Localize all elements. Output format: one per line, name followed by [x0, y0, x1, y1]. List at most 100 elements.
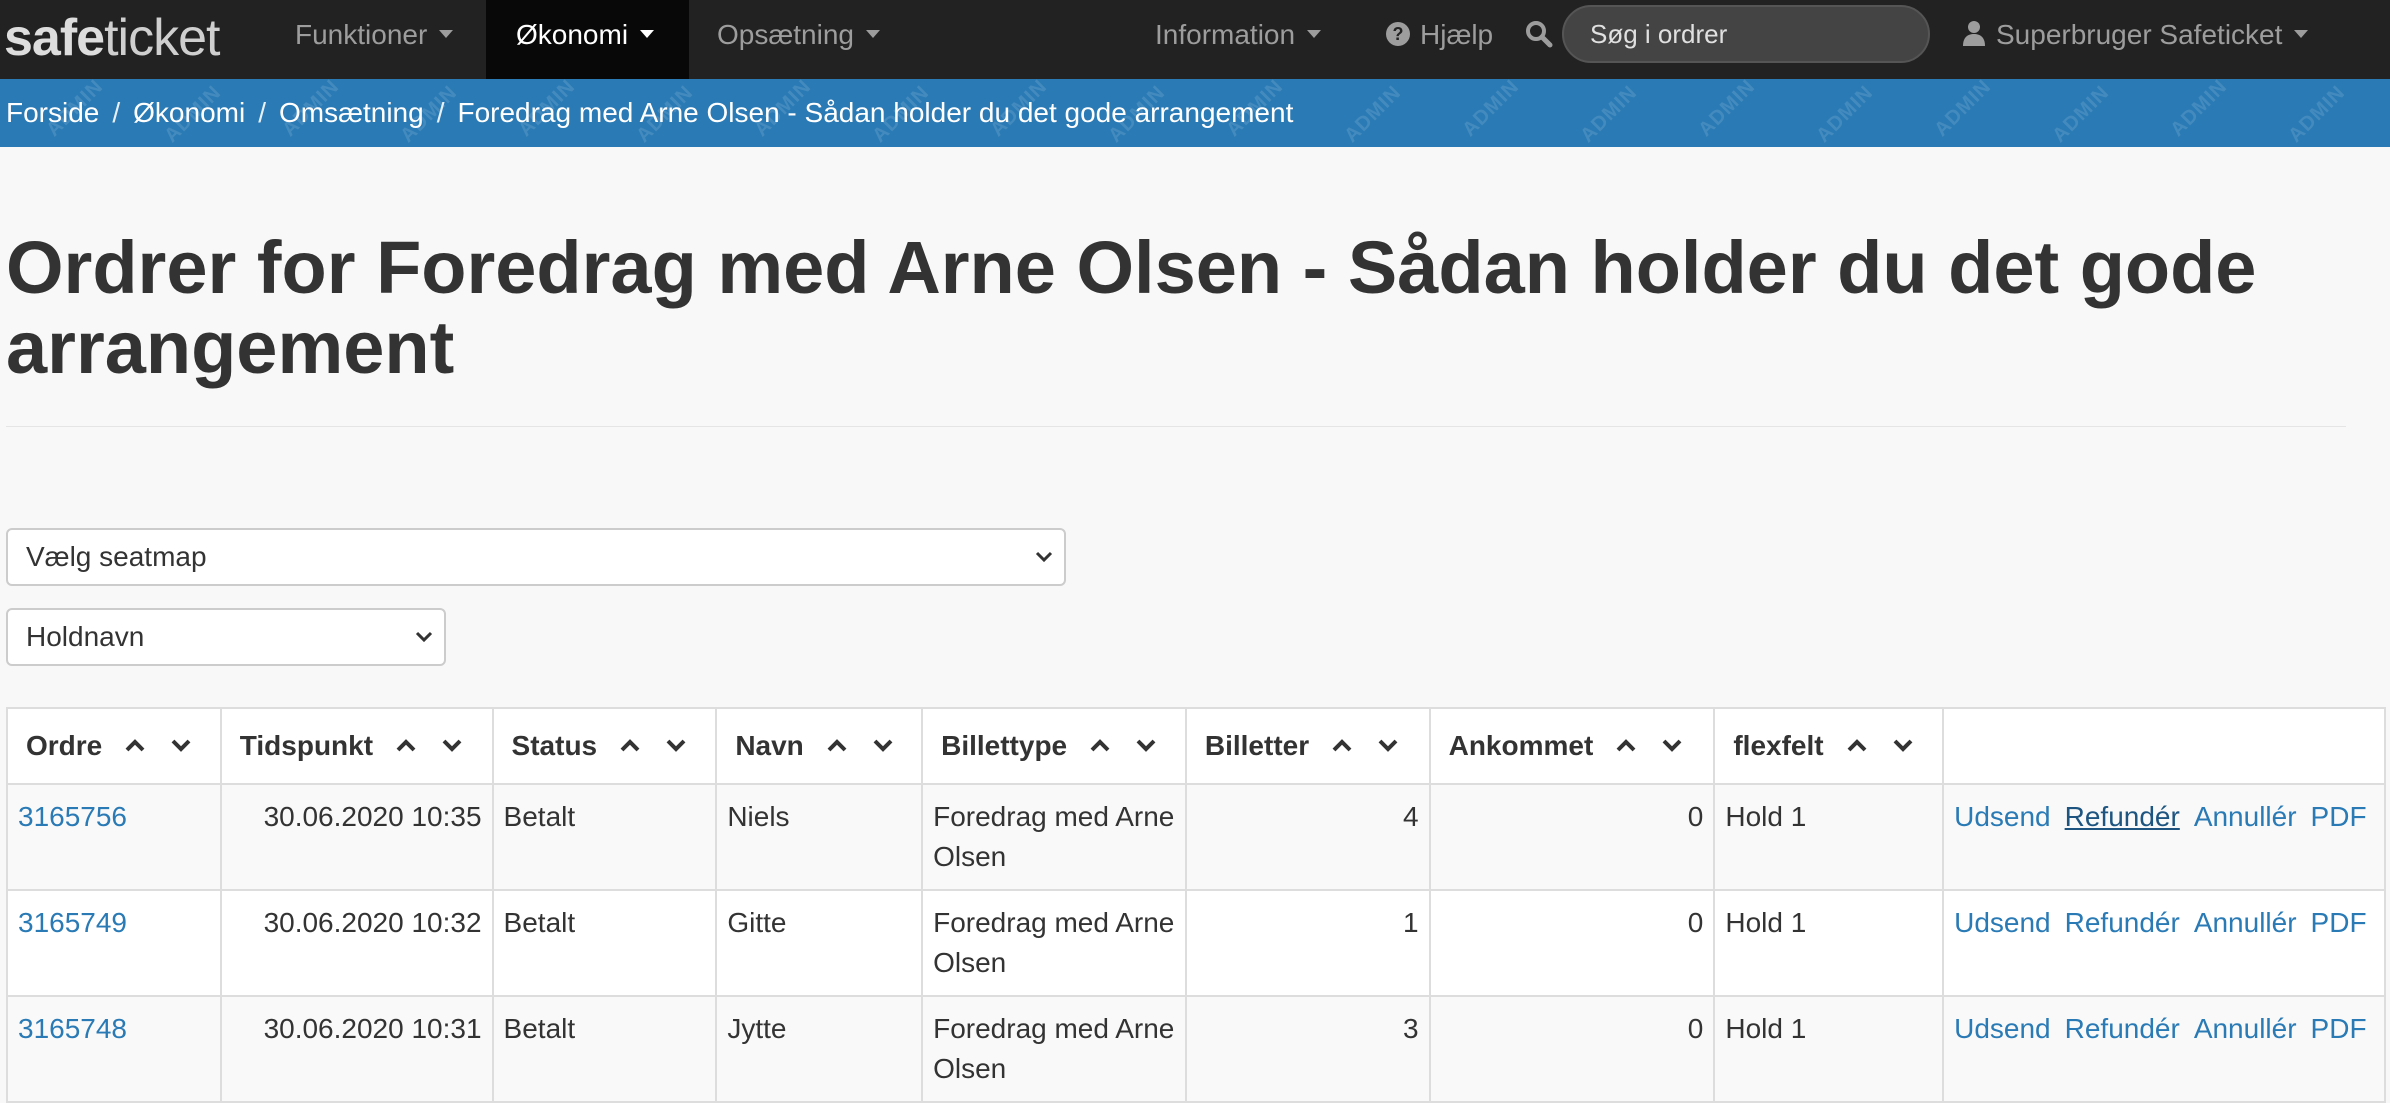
pdf-button[interactable]: PDF — [2311, 1013, 2367, 1044]
column-header-actions — [1942, 707, 2386, 785]
sort-descending-icon[interactable] — [170, 738, 192, 752]
sort-ascending-icon[interactable] — [395, 738, 417, 752]
cell-status: Betalt — [491, 889, 718, 997]
seatmap-select[interactable]: Vælg seatmap — [6, 528, 1066, 586]
order-number-link[interactable]: 3165748 — [18, 1013, 127, 1044]
send-button[interactable]: Udsend — [1954, 801, 2051, 832]
send-button[interactable]: Udsend — [1954, 907, 2051, 938]
pdf-button[interactable]: PDF — [2311, 801, 2367, 832]
breadcrumb-current-event: Foredrag med Arne Olsen - Sådan holder d… — [457, 97, 1294, 128]
cell-arrived: 0 — [1428, 889, 1716, 997]
nav-functions-menu[interactable]: Funktioner — [295, 0, 454, 79]
ticket-type: Foredrag med Arne Olsen — [933, 907, 1175, 978]
cell-time: 30.06.2020 10:31 — [219, 995, 494, 1103]
cell-actions: Udsend Refundér Annullér PDF — [1942, 889, 2386, 997]
nav-help-label: Hjælp — [1420, 19, 1494, 50]
breadcrumb-home[interactable]: Forside — [6, 97, 99, 128]
watermark-text: ADMIN — [1930, 79, 1996, 141]
order-status: Betalt — [503, 1013, 576, 1044]
refund-button[interactable]: Refundér — [2065, 1013, 2180, 1044]
cell-type: Foredrag med Arne Olsen — [921, 889, 1187, 997]
order-status: Betalt — [503, 907, 576, 938]
column-header-label: Ankommet — [1448, 730, 1594, 761]
nav-help-link[interactable]: ? Hjælp — [1386, 0, 1493, 79]
cell-flex: Hold 1 — [1713, 995, 1945, 1103]
cell-time: 30.06.2020 10:32 — [219, 889, 494, 997]
nav-information-label: Information — [1155, 19, 1296, 50]
caret-down-icon — [2294, 29, 2309, 38]
nav-economy-menu[interactable]: Økonomi — [486, 0, 689, 79]
column-header-label: flexfelt — [1733, 730, 1824, 761]
sort-descending-icon[interactable] — [665, 738, 687, 752]
watermark-text: ADMIN — [1812, 81, 1878, 147]
column-header-time: Tidspunkt — [219, 707, 494, 785]
breadcrumb-revenue[interactable]: Omsætning — [279, 97, 424, 128]
cell-arrived: 0 — [1428, 995, 1716, 1103]
cell-name: Niels — [715, 783, 924, 891]
cell-arrived: 0 — [1428, 783, 1716, 891]
cell-order: 3165748 — [6, 995, 222, 1103]
cancel-order-button[interactable]: Annullér — [2194, 1013, 2297, 1044]
flex-field: Hold 1 — [1725, 1013, 1807, 1044]
watermark-text: ADMIN — [1458, 79, 1524, 141]
cell-order: 3165749 — [6, 889, 222, 997]
user-icon — [1963, 20, 1985, 46]
nav-setup-menu[interactable]: Opsætning — [717, 0, 880, 79]
cell-status: Betalt — [491, 995, 718, 1103]
refund-button[interactable]: Refundér — [2065, 801, 2180, 832]
cancel-order-button[interactable]: Annullér — [2194, 801, 2297, 832]
sort-descending-icon[interactable] — [1135, 738, 1157, 752]
sort-descending-icon[interactable] — [1377, 738, 1399, 752]
sort-descending-icon[interactable] — [441, 738, 463, 752]
sort-ascending-icon[interactable] — [124, 738, 146, 752]
brand-logo-light: ticket — [104, 9, 220, 67]
send-button[interactable]: Udsend — [1954, 1013, 2051, 1044]
nav-information-menu[interactable]: Information — [1155, 0, 1322, 79]
sort-descending-icon[interactable] — [1661, 738, 1683, 752]
brand-logo[interactable]: safeticket — [4, 9, 220, 67]
cell-status: Betalt — [491, 783, 718, 891]
order-search-input[interactable]: Søg i ordrer — [1562, 5, 1930, 63]
watermark-text: ADMIN — [1340, 81, 1406, 147]
refund-button[interactable]: Refundér — [2065, 907, 2180, 938]
column-header-arrived: Ankommet — [1428, 707, 1716, 785]
table-row: 3165756 30.06.2020 10:35 Betalt Niels Foredr… — [6, 783, 2386, 891]
order-number-link[interactable]: 3165756 — [18, 801, 127, 832]
column-header-label: Navn — [735, 730, 804, 761]
column-header-label: Billettype — [941, 730, 1068, 761]
column-header-tickets: Billetter — [1184, 707, 1431, 785]
sort-ascending-icon[interactable] — [619, 738, 641, 752]
flex-field: Hold 1 — [1725, 801, 1807, 832]
brand-logo-bold: safe — [4, 9, 105, 67]
cell-flex: Hold 1 — [1713, 783, 1945, 891]
title-divider — [6, 426, 2346, 427]
sort-ascending-icon[interactable] — [1331, 738, 1353, 752]
page-title: Ordrer for Foredrag med Arne Olsen - Såd… — [6, 226, 2257, 389]
chevron-down-icon — [415, 631, 433, 643]
cancel-order-button[interactable]: Annullér — [2194, 907, 2297, 938]
breadcrumb-economy[interactable]: Økonomi — [133, 97, 245, 128]
sort-ascending-icon[interactable] — [1615, 738, 1637, 752]
arrived-count: 0 — [1687, 907, 1704, 938]
team-select-value: Holdnavn — [26, 621, 145, 652]
cell-actions: Udsend Refundér Annullér PDF — [1942, 995, 2386, 1103]
column-header-name: Navn — [715, 707, 924, 785]
customer-name: Jytte — [727, 1013, 787, 1044]
table-row: 3165749 30.06.2020 10:32 Betalt Gitte Foredr… — [6, 889, 2386, 997]
sort-ascending-icon[interactable] — [826, 738, 848, 752]
sort-ascending-icon[interactable] — [1846, 738, 1868, 752]
watermark-text: ADMIN — [1576, 81, 1642, 147]
cell-flex: Hold 1 — [1713, 889, 1945, 997]
team-select[interactable]: Holdnavn — [6, 608, 446, 666]
user-menu-label: Superbruger Safeticket — [1996, 19, 2283, 50]
sort-descending-icon[interactable] — [1892, 738, 1914, 752]
order-number-link[interactable]: 3165749 — [18, 907, 127, 938]
user-menu[interactable]: Superbruger Safeticket — [1962, 0, 2309, 79]
order-time: 30.06.2020 10:32 — [263, 907, 482, 938]
pdf-button[interactable]: PDF — [2311, 907, 2367, 938]
watermark-text: ADMIN — [2166, 79, 2232, 141]
cell-name: Jytte — [715, 995, 924, 1103]
sort-descending-icon[interactable] — [872, 738, 894, 752]
search-icon[interactable] — [1524, 19, 1554, 49]
sort-ascending-icon[interactable] — [1089, 738, 1111, 752]
